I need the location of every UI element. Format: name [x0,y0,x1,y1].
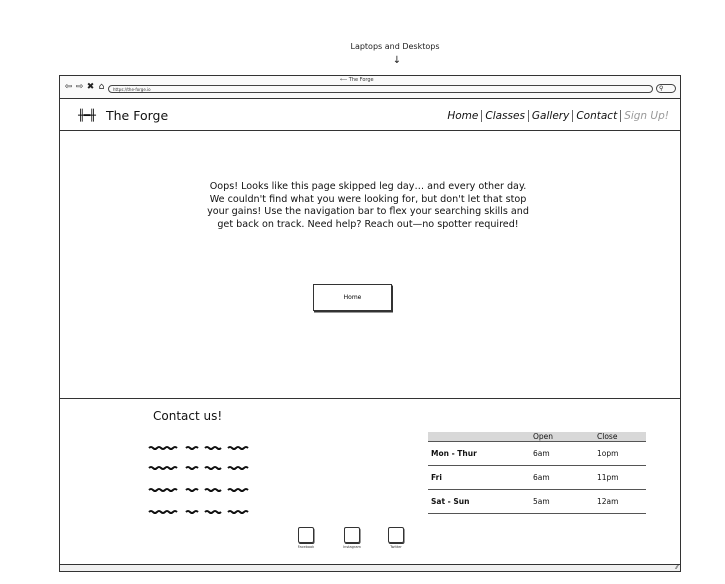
twitter-icon [388,527,404,543]
opening-hours-table: Open Close Mon - Thur 6am 1opm Fri 6am 1… [428,432,646,514]
instagram-link[interactable]: Instagram [337,527,367,549]
twitter-link[interactable]: Twitter [381,527,411,549]
site-footer: Contact us! Open Close Mon - Thur 6am 1o… [60,398,680,565]
table-row: Fri 6am 11pm [428,465,646,490]
search-icon: ⚲ [659,85,664,92]
contact-placeholder-line [148,488,249,492]
site-header: ╫━╫ The Forge Home Classes Gallery Conta… [60,99,680,131]
table-header: Close [594,432,646,442]
contact-placeholder-line [148,466,249,470]
table-cell-open: 6am [530,441,594,466]
nav-sign-up[interactable]: Sign Up! [621,110,672,122]
nav-classes[interactable]: Classes [482,110,528,122]
home-button[interactable]: Home [313,284,392,311]
back-icon[interactable]: ⇦ [64,82,73,92]
contact-placeholder-line [148,510,249,514]
browser-tab[interactable]: ⟵ The Forge [340,77,374,83]
main-nav: Home Classes Gallery Contact Sign Up! [444,110,672,122]
dumbbell-icon: ╫━╫ [78,109,96,122]
forward-icon[interactable]: ⇨ [75,82,84,92]
down-arrow-icon: ↓ [392,55,402,66]
table-cell-day: Fri [428,465,530,490]
table-cell-day: Sat - Sun [428,489,530,514]
device-label: Laptops and Desktops [350,42,440,51]
tab-favicon-icon: ⟵ [340,77,348,83]
close-icon[interactable]: ✖ [86,82,95,92]
table-cell-day: Mon - Thur [428,441,530,466]
table-row: Sat - Sun 5am 12am [428,489,646,514]
table-cell-close: 11pm [594,465,646,490]
contact-title: Contact us! [153,409,223,423]
contact-placeholder-line [148,446,249,450]
social-label: Twitter [390,545,402,549]
instagram-icon [344,527,360,543]
tab-title: The Forge [348,77,374,83]
table-cell-open: 5am [530,489,594,514]
browser-search-button[interactable]: ⚲ [656,84,676,93]
home-icon[interactable]: ⌂ [97,82,106,92]
nav-home[interactable]: Home [444,110,481,122]
nav-contact[interactable]: Contact [573,110,620,122]
browser-titlebar: ⟵ The Forge ⇦ ⇨ ✖ ⌂ https://the-forge.io… [60,76,680,99]
table-header: Open [530,432,594,442]
address-bar[interactable]: https://the-forge.io [108,85,653,93]
table-cell-close: 1opm [594,441,646,466]
table-cell-close: 12am [594,489,646,514]
resize-grip-icon[interactable]: ⁄⁄ [676,564,678,571]
site-logo[interactable]: The Forge [106,108,168,123]
table-cell-open: 6am [530,465,594,490]
browser-nav-icons: ⇦ ⇨ ✖ ⌂ [64,82,106,92]
facebook-icon [298,527,314,543]
social-label: Facebook [297,545,315,549]
table-row: Mon - Thur 6am 1opm [428,441,646,466]
browser-window: ⟵ The Forge ⇦ ⇨ ✖ ⌂ https://the-forge.io… [59,75,681,572]
browser-status-bar: ⁄⁄ [60,564,680,571]
error-message: Oops! Looks like this page skipped leg d… [207,181,529,230]
facebook-link[interactable]: Facebook [291,527,321,549]
table-header-row: Open Close [428,432,646,442]
table-header [428,432,530,442]
social-label: Instagram [343,545,361,549]
nav-gallery[interactable]: Gallery [529,110,572,122]
